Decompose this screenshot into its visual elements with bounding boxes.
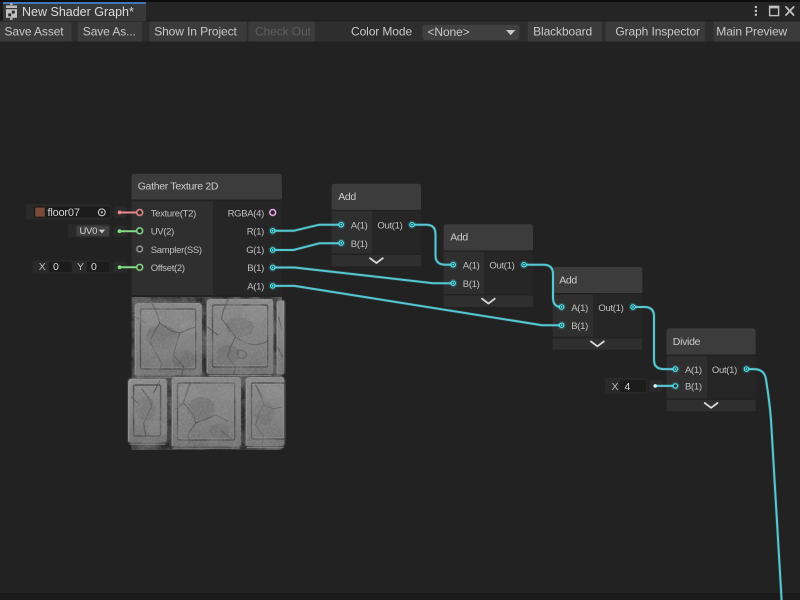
svg-text:A(1): A(1) <box>571 303 588 314</box>
svg-text:R(1): R(1) <box>247 227 264 238</box>
svg-text:B(1): B(1) <box>463 279 480 290</box>
svg-text:A(1): A(1) <box>685 365 702 376</box>
svg-text:floor07: floor07 <box>48 207 80 219</box>
svg-text:Out(1): Out(1) <box>712 365 737 376</box>
svg-text:Out(1): Out(1) <box>377 221 402 232</box>
svg-text:Add: Add <box>450 232 468 244</box>
svg-text:UV(2): UV(2) <box>151 227 174 238</box>
svg-text:Blackboard: Blackboard <box>533 25 592 39</box>
svg-text:Save As...: Save As... <box>83 25 136 39</box>
svg-text:Add: Add <box>338 191 356 203</box>
svg-text:Show In Project: Show In Project <box>154 25 237 39</box>
svg-text:0: 0 <box>91 261 97 273</box>
svg-text:Sampler(SS): Sampler(SS) <box>151 245 202 256</box>
svg-text:A(1): A(1) <box>247 281 264 292</box>
svg-text:Out(1): Out(1) <box>489 261 514 272</box>
svg-text:Main Preview: Main Preview <box>716 25 787 39</box>
svg-text:A(1): A(1) <box>463 261 480 272</box>
svg-text:B(1): B(1) <box>685 382 702 393</box>
svg-text:Color Mode: Color Mode <box>351 25 412 39</box>
svg-text:0: 0 <box>53 261 59 273</box>
svg-text:UV0: UV0 <box>80 226 98 237</box>
svg-text:<None>: <None> <box>428 25 470 39</box>
svg-text:RGBA(4): RGBA(4) <box>228 208 265 219</box>
svg-text:G(1): G(1) <box>246 245 264 256</box>
svg-text:Offset(2): Offset(2) <box>151 263 185 274</box>
svg-text:New Shader Graph*: New Shader Graph* <box>22 5 134 19</box>
svg-text:Texture(T2): Texture(T2) <box>151 208 196 219</box>
svg-text:B(1): B(1) <box>571 321 588 332</box>
svg-text:Add: Add <box>559 275 577 287</box>
svg-text:A(1): A(1) <box>351 221 368 232</box>
svg-text:B(1): B(1) <box>247 263 264 274</box>
svg-text:B(1): B(1) <box>351 239 368 250</box>
svg-text:Divide: Divide <box>673 336 701 348</box>
svg-text:X: X <box>39 261 46 273</box>
svg-text:Out(1): Out(1) <box>598 303 623 314</box>
svg-text:Save Asset: Save Asset <box>5 25 65 39</box>
svg-text:X: X <box>612 381 619 393</box>
svg-text:Gather Texture 2D: Gather Texture 2D <box>138 181 219 193</box>
svg-text:Check Out: Check Out <box>255 25 312 39</box>
svg-text:4: 4 <box>625 381 631 393</box>
svg-text:Graph Inspector: Graph Inspector <box>615 25 700 39</box>
svg-text:Y: Y <box>77 261 84 273</box>
